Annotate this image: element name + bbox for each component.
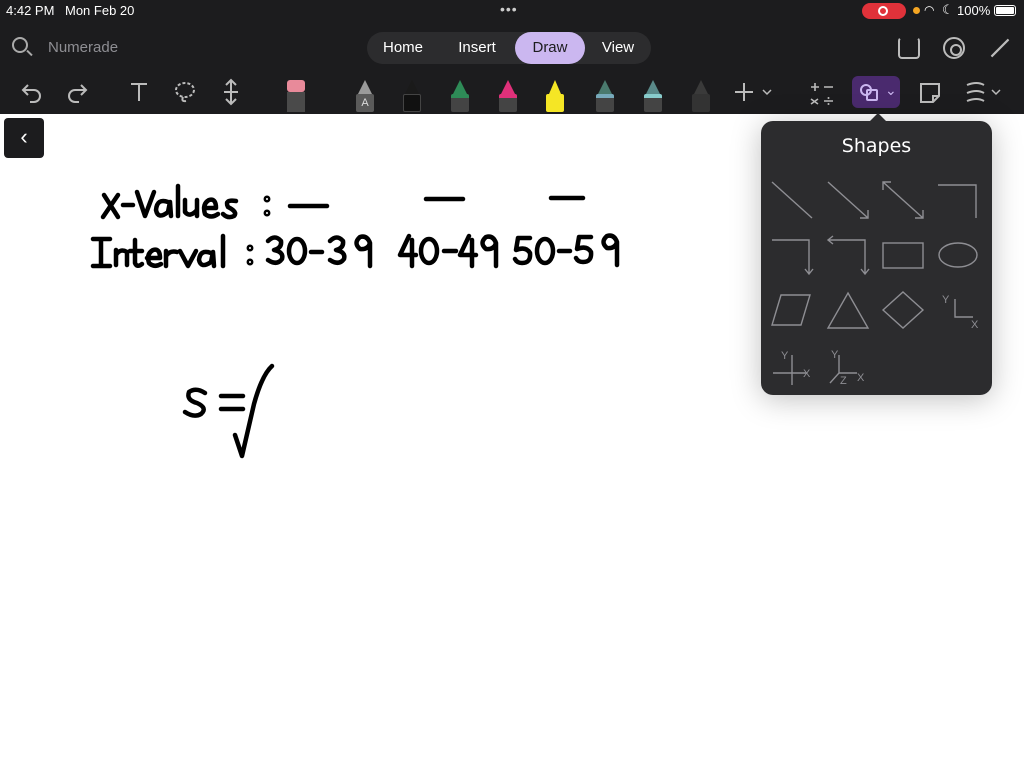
collapse-icon[interactable] <box>988 37 1010 59</box>
screen-record-icon[interactable] <box>862 3 906 19</box>
handwriting-formula <box>182 363 275 459</box>
add-pen-icon[interactable] <box>734 81 774 103</box>
notebook-title: Numerade <box>48 39 119 56</box>
share-icon[interactable] <box>898 37 920 59</box>
shapes-square-icon <box>866 89 878 101</box>
handwriting-x-values-label <box>100 183 271 220</box>
shape-axes-3d[interactable]: Y Z X <box>825 343 871 389</box>
pen-galaxy[interactable] <box>596 80 614 112</box>
moon-icon: ☾ <box>942 2 954 17</box>
handwriting-interval-2 <box>397 233 499 269</box>
popover-title: Shapes <box>841 135 912 157</box>
shape-triangle[interactable] <box>825 287 871 333</box>
shape-elbow-double-arrow[interactable] <box>825 232 871 278</box>
highlighter-yellow[interactable] <box>546 80 564 112</box>
axis-x-label: X <box>971 319 979 331</box>
shape-line[interactable] <box>769 177 815 223</box>
shape-arrow[interactable] <box>825 177 871 223</box>
handwriting-interval-label <box>90 233 254 269</box>
wifi-icon: ◠ <box>924 3 935 17</box>
pen-teal[interactable] <box>644 80 662 112</box>
undo-icon[interactable] <box>20 80 44 104</box>
handwriting-interval-3 <box>512 233 620 268</box>
popover-arrow <box>869 113 887 122</box>
ink-to-shape-icon[interactable] <box>964 80 1004 106</box>
tab-home[interactable]: Home <box>371 32 435 64</box>
eraser-icon[interactable] <box>286 78 306 112</box>
shape-rectangle[interactable] <box>880 232 926 278</box>
gear-icon[interactable] <box>943 37 965 59</box>
text-icon[interactable] <box>128 80 150 104</box>
shape-axes-2d[interactable]: Y X <box>935 287 981 333</box>
status-bar: 4:42 PM Mon Feb 20 ••• ◠ ☾ 100% <box>0 0 1024 22</box>
tab-insert[interactable]: Insert <box>443 32 511 64</box>
status-time: 4:42 PM <box>6 3 55 18</box>
redo-icon[interactable] <box>65 80 89 104</box>
pen-black[interactable] <box>403 80 421 112</box>
chevron-down-icon: ⌄ <box>885 82 897 98</box>
shape-diamond[interactable] <box>880 287 926 333</box>
search-icon <box>12 37 28 53</box>
math-icon[interactable] <box>809 80 835 106</box>
mic-indicator-icon <box>913 7 920 14</box>
shape-elbow-line[interactable] <box>935 177 981 223</box>
pen-pink[interactable] <box>499 80 517 112</box>
tab-draw[interactable]: Draw <box>515 32 585 64</box>
axis-z-label: Z <box>840 375 847 387</box>
lasso-icon[interactable] <box>173 80 197 104</box>
axis-x-label: X <box>803 368 811 380</box>
status-date: Mon Feb 20 <box>65 3 135 18</box>
axis-y-label: Y <box>942 294 950 306</box>
insert-space-icon[interactable] <box>220 78 242 106</box>
shape-parallelogram[interactable] <box>769 287 815 333</box>
pen-green[interactable] <box>451 80 469 112</box>
multitasking-dots-icon[interactable]: ••• <box>500 1 518 17</box>
ribbon-tabs: Home Insert Draw View <box>367 32 651 64</box>
shape-axes-cross[interactable]: Y X <box>769 343 815 389</box>
shape-double-arrow[interactable] <box>880 177 926 223</box>
battery-icon <box>994 5 1016 16</box>
pen-dark[interactable] <box>692 80 710 112</box>
axis-y-label: Y <box>831 349 839 361</box>
top-bar: 4:42 PM Mon Feb 20 ••• ◠ ☾ 100% Numerade… <box>0 0 1024 114</box>
shapes-popover: Shapes Y X Y X Y Z X <box>761 113 992 395</box>
shape-elbow-arrow[interactable] <box>769 232 815 278</box>
handwriting-interval-1 <box>265 234 373 269</box>
pen-gray[interactable]: A <box>356 80 374 112</box>
tab-view[interactable]: View <box>589 32 647 64</box>
shape-ellipse[interactable] <box>935 232 981 278</box>
axis-x-label: X <box>857 372 865 384</box>
shapes-button[interactable]: ⌄ <box>852 76 900 108</box>
battery-percent: 100% <box>957 3 991 18</box>
axis-y-label: Y <box>781 350 789 362</box>
sticky-note-icon[interactable] <box>918 81 942 105</box>
